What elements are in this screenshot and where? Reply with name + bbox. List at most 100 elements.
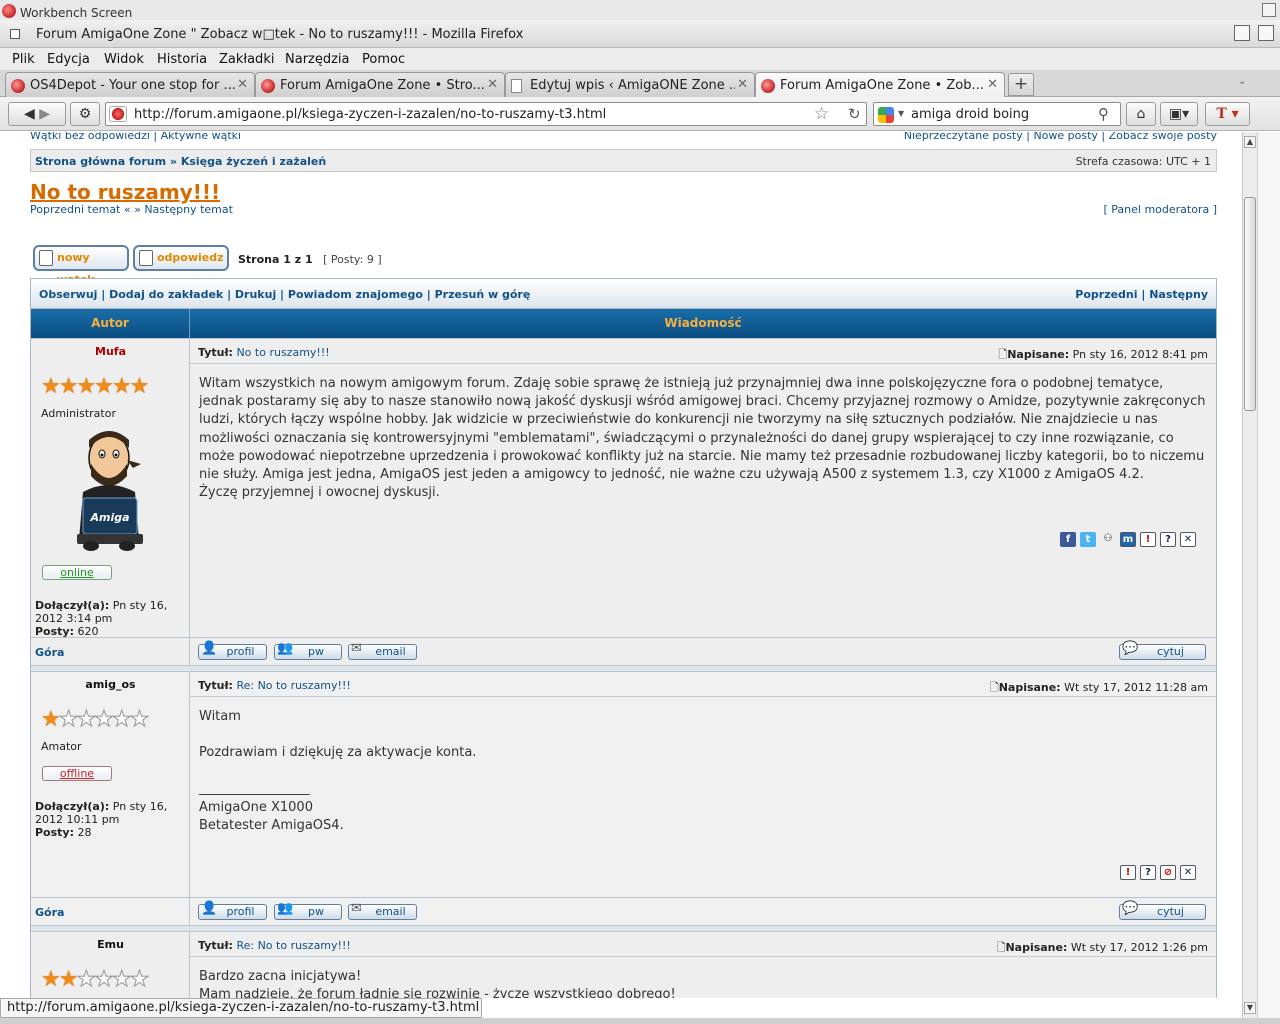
post-subject-link[interactable]: Re: No to ruszamy!!! <box>236 679 350 692</box>
svg-text:Amiga: Amiga <box>89 511 129 524</box>
new-topic-button[interactable]: nowy wątek <box>33 245 129 286</box>
menu-narzedzia[interactable]: Narzędzia <box>285 52 350 67</box>
tab-forum-strona[interactable]: Forum AmigaOne Zone • Stro... ✕ <box>255 72 505 97</box>
post-icon[interactable]: 🗋 <box>990 681 999 694</box>
web-page: Wątki bez odpowiedzi | Aktywne wątki Nie… <box>0 132 1242 998</box>
post-subject-link[interactable]: Re: No to ruszamy!!! <box>236 939 350 952</box>
tab-close-icon[interactable]: ✕ <box>237 77 248 92</box>
addon-t-button[interactable]: T ▾ <box>1205 102 1250 126</box>
tab-edytuj-wpis[interactable]: Edytuj wpis ‹ AmigaONE Zone ... ✕ <box>505 72 755 97</box>
email-button[interactable]: ✉ email <box>348 902 417 920</box>
profile-button[interactable]: 👤 profil <box>198 641 267 660</box>
prev-next-topic-links[interactable]: Poprzedni temat « » Następny temat <box>30 203 233 216</box>
info-icon[interactable]: ? <box>1140 865 1156 880</box>
pm-button[interactable]: 👥 pw <box>274 641 342 660</box>
post-count-label: [ Posty: 9 ] <box>323 253 382 266</box>
google-icon[interactable] <box>878 107 894 123</box>
tab-os4depot[interactable]: OS4Depot - Your one stop for ... ✕ <box>5 72 255 97</box>
window-zoom-icon[interactable] <box>1234 25 1250 41</box>
topic-actions[interactable]: Obserwuj | Dodaj do zakładek | Drukuj | … <box>39 288 530 301</box>
home-button[interactable]: ⌂ <box>1126 102 1156 126</box>
share-people-icon[interactable]: ⚇ <box>1100 532 1116 547</box>
info-icon[interactable]: ? <box>1160 532 1176 547</box>
menu-plik[interactable]: Plik <box>12 52 35 67</box>
quote-button[interactable]: 💬 cytuj <box>1119 642 1206 660</box>
post-author[interactable]: Mufa <box>31 345 190 358</box>
menu-pomoc[interactable]: Pomoc <box>362 52 405 67</box>
post-subject-link[interactable]: No to ruszamy!!! <box>236 346 329 359</box>
twitter-icon[interactable]: t <box>1080 532 1096 547</box>
tab-close-icon[interactable]: ✕ <box>987 77 998 92</box>
scroll-down-arrow-icon[interactable]: ▼ <box>1244 1002 1256 1014</box>
quote-button[interactable]: 💬 cytuj <box>1119 902 1206 920</box>
tab-list-chevron-icon[interactable]: ⌄ <box>1238 76 1246 87</box>
post-subject-row: Tytuł: No to ruszamy!!! 🗋Napisane: Pn st… <box>190 339 1216 364</box>
window-titlebar[interactable]: Forum AmigaOne Zone " Zobacz w□tek - No … <box>0 20 1280 48</box>
menu-zakladki[interactable]: Zakładki <box>219 52 274 67</box>
posted-label: Napisane: <box>1007 348 1070 361</box>
top-link[interactable]: Góra <box>35 906 64 919</box>
user-icon: 👤 <box>201 641 218 656</box>
myspace-icon[interactable]: m <box>1120 532 1136 547</box>
profile-button[interactable]: 👤 profil <box>198 902 267 920</box>
users-icon: 👥 <box>277 641 294 656</box>
vertical-scrollbar[interactable]: ▲ ▼ <box>1242 132 1257 1018</box>
window-close-icon[interactable] <box>10 29 20 39</box>
screen-depth-icon[interactable] <box>1262 3 1276 17</box>
email-button[interactable]: ✉ email <box>348 642 417 660</box>
offline-status-badge[interactable]: offline <box>42 766 112 781</box>
online-status-badge[interactable]: online <box>42 565 112 580</box>
new-tab-button[interactable]: + <box>1008 73 1034 96</box>
post-date: 🗋Napisane: Wt sty 17, 2012 1:26 pm <box>997 939 1208 958</box>
post-text-closing: Życzę przyjemnej i owocnej dyskusji. <box>199 485 440 501</box>
menu-widok[interactable]: Widok <box>104 52 144 67</box>
tab-forum-zobacz[interactable]: Forum AmigaOne Zone • Zob... ✕ <box>755 72 1005 98</box>
reply-button[interactable]: odpowiedz <box>133 245 229 271</box>
search-icon[interactable]: ⚲ <box>1098 105 1109 123</box>
menu-edycja[interactable]: Edycja <box>47 52 90 67</box>
amiga-ball-icon <box>761 79 775 93</box>
top-links-right[interactable]: Nieprzeczytane posty | Nowe posty | Zoba… <box>904 132 1217 142</box>
profile-label: profil <box>226 645 255 658</box>
window-depth-icon[interactable] <box>1258 25 1274 41</box>
site-identity-icon[interactable] <box>109 106 127 122</box>
url-input[interactable]: http://forum.amigaone.pl/ksiega-zyczen-i… <box>134 107 606 122</box>
post-author[interactable]: amig_os <box>31 678 190 691</box>
back-forward-button[interactable]: ◀ ▶ <box>8 102 66 126</box>
delete-icon[interactable]: ✕ <box>1180 532 1196 547</box>
search-engine-dropdown-icon[interactable]: ▼ <box>898 109 904 118</box>
pm-button[interactable]: 👥 pw <box>274 902 342 920</box>
breadcrumb-links[interactable]: Strona główna forum » Księga życzeń i za… <box>35 155 326 168</box>
identity-button[interactable]: ⚙ <box>70 102 100 126</box>
post-author[interactable]: Emu <box>31 938 190 951</box>
scroll-up-arrow-icon[interactable]: ▲ <box>1244 136 1256 148</box>
report-icon[interactable]: ! <box>1120 865 1136 880</box>
post-icon[interactable]: 🗋 <box>998 348 1007 361</box>
report-icon[interactable]: ! <box>1140 532 1156 547</box>
signature-line: Betatester AmigaOS4. <box>199 817 344 833</box>
search-bar[interactable]: ▼ amiga droid boing ⚲ <box>873 102 1121 126</box>
url-bar[interactable]: http://forum.amigaone.pl/ksiega-zyczen-i… <box>105 102 867 126</box>
post-subject: Tytuł: Re: No to ruszamy!!! <box>198 939 351 952</box>
tab-close-icon[interactable]: ✕ <box>487 77 498 92</box>
scrollbar-thumb[interactable] <box>1244 197 1256 411</box>
search-input[interactable]: amiga droid boing <box>911 107 1029 122</box>
email-label: email <box>375 645 406 658</box>
back-arrow-icon[interactable]: ◀ <box>24 106 35 122</box>
moderator-panel-link[interactable]: [ Panel moderatora ] <box>1103 203 1217 216</box>
page-title[interactable]: No to ruszamy!!! <box>30 180 220 204</box>
bookmarks-menu-button[interactable]: ▣▾ <box>1160 102 1198 126</box>
tab-close-icon[interactable]: ✕ <box>737 77 748 92</box>
ban-icon[interactable]: ⊘ <box>1160 865 1176 880</box>
menu-historia[interactable]: Historia <box>157 52 207 67</box>
page-icon <box>511 79 522 93</box>
top-link[interactable]: Góra <box>35 646 64 659</box>
post-footer: Góra 👤 profil 👥 pw ✉ email 💬 cytuj <box>31 637 1216 666</box>
reload-icon[interactable]: ↻ <box>848 105 861 123</box>
bookmark-star-icon[interactable]: ☆ <box>814 104 829 124</box>
delete-icon[interactable]: ✕ <box>1180 865 1196 880</box>
topic-prev-next[interactable]: Poprzedni | Następny <box>1075 288 1208 301</box>
forward-arrow-icon[interactable]: ▶ <box>39 106 50 122</box>
facebook-icon[interactable]: f <box>1060 532 1076 547</box>
top-links-left[interactable]: Wątki bez odpowiedzi | Aktywne wątki <box>30 132 241 142</box>
